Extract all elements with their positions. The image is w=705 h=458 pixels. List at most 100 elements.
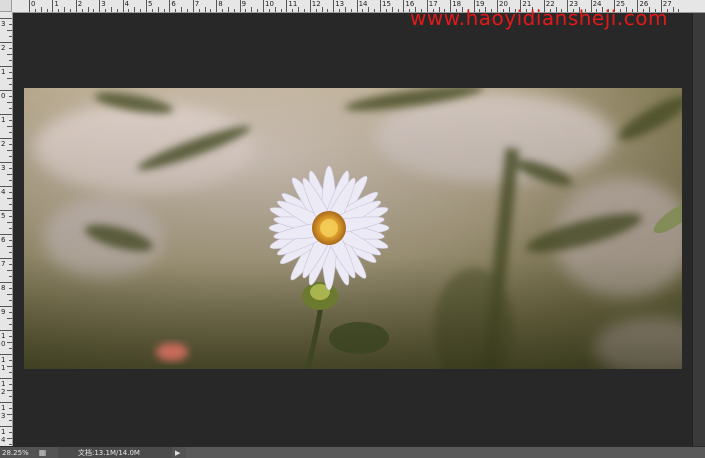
ruler-minor-tick: [7, 414, 12, 415]
ruler-minor-tick: [385, 9, 387, 12]
ruler-label: 5: [1, 212, 6, 220]
ruler-label: 0: [1, 92, 6, 100]
ruler-minor-tick: [222, 9, 224, 12]
ruler-tick: [0, 402, 12, 403]
ruler-minor-tick: [9, 48, 12, 49]
watermark-text: www.haoyidiansheji.com: [410, 6, 668, 30]
ruler-minor-tick: [58, 9, 60, 12]
ruler-minor-tick: [105, 9, 107, 12]
ruler-minor-tick: [9, 408, 12, 409]
ruler-minor-tick: [9, 36, 12, 37]
ruler-tick: [0, 258, 12, 259]
ruler-minor-tick: [321, 7, 323, 12]
ruler-minor-tick: [298, 7, 300, 12]
ruler-minor-tick: [87, 7, 89, 12]
ruler-minor-tick: [7, 30, 12, 31]
ruler-label: 12: [1, 380, 6, 396]
ruler-tick: [0, 306, 12, 307]
ruler-label: 11: [1, 356, 6, 372]
ruler-minor-tick: [7, 222, 12, 223]
ruler-label: 1: [1, 68, 6, 76]
ruler-minor-tick: [339, 9, 341, 12]
vertical-scrollbar[interactable]: [692, 13, 705, 446]
ruler-minor-tick: [9, 120, 12, 121]
ruler-label: 1: [1, 116, 6, 124]
ruler-minor-tick: [268, 9, 270, 12]
ruler-tick: [52, 0, 54, 12]
document-icon[interactable]: ▦: [38, 448, 47, 457]
ruler-tick: [0, 90, 12, 91]
ruler-label: 5: [148, 0, 153, 8]
ruler-tick: [122, 0, 124, 12]
ruler-minor-tick: [672, 7, 674, 12]
ruler-minor-tick: [186, 9, 188, 12]
ruler-label: 7: [1, 260, 6, 268]
daisy-photo: [24, 88, 682, 369]
ruler-minor-tick: [128, 9, 130, 12]
ruler-label: 15: [382, 0, 391, 8]
ruler-minor-tick: [9, 360, 12, 361]
ruler-label: 6: [1, 236, 6, 244]
ruler-minor-tick: [327, 9, 329, 12]
ruler-tick: [75, 0, 77, 12]
ruler-label: 2: [1, 140, 6, 148]
ruler-tick: [380, 0, 381, 12]
ruler-minor-tick: [7, 390, 12, 391]
ruler-minor-tick: [157, 7, 159, 12]
ruler-minor-tick: [9, 396, 12, 397]
ruler-minor-tick: [175, 9, 177, 12]
ruler-minor-tick: [251, 7, 253, 12]
ruler-label: 3: [101, 0, 106, 8]
ruler-minor-tick: [233, 9, 235, 12]
ruler-minor-tick: [9, 84, 12, 85]
ruler-minor-tick: [163, 9, 165, 12]
ruler-tick: [0, 282, 12, 283]
ruler-minor-tick: [7, 78, 12, 79]
ruler-minor-tick: [362, 9, 364, 12]
ruler-minor-tick: [198, 9, 200, 12]
ruler-minor-tick: [9, 312, 12, 313]
ruler-minor-tick: [678, 9, 680, 12]
doc-size-info: 文档:13.1M/14.0M: [78, 449, 140, 457]
ruler-minor-tick: [274, 7, 276, 12]
ruler-origin[interactable]: [0, 0, 12, 12]
ruler-minor-tick: [245, 9, 247, 12]
ruler-minor-tick: [9, 156, 12, 157]
ruler-minor-tick: [40, 7, 42, 12]
ruler-label: 6: [171, 0, 176, 8]
ruler-minor-tick: [93, 9, 95, 12]
ruler-label: 4: [1, 188, 6, 196]
ruler-tick: [0, 354, 12, 355]
ruler-minor-tick: [151, 9, 153, 12]
ruler-tick: [0, 18, 12, 19]
ruler-minor-tick: [110, 7, 112, 12]
ruler-label: 9: [241, 0, 247, 8]
ruler-minor-tick: [292, 9, 294, 12]
ruler-minor-tick: [81, 9, 83, 12]
ruler-minor-tick: [69, 9, 71, 12]
ruler-minor-tick: [9, 204, 12, 205]
vertical-ruler[interactable]: 3 2 1 0 1 2 3 4 5 6 7 8 9 10 11 12 13 14: [0, 12, 13, 446]
ruler-minor-tick: [391, 7, 393, 12]
ruler-tick: [0, 234, 12, 235]
ruler-minor-tick: [9, 180, 12, 181]
ruler-label: 14: [1, 428, 6, 444]
ruler-minor-tick: [9, 168, 12, 169]
ruler-tick: [169, 0, 171, 12]
ruler-label: 2: [77, 0, 83, 8]
ruler-minor-tick: [181, 7, 183, 12]
ruler-label: 2: [1, 44, 6, 52]
ruler-minor-tick: [9, 108, 12, 109]
ruler-minor-tick: [7, 174, 12, 175]
ruler-tick: [356, 0, 358, 12]
status-bar-fill: [186, 447, 705, 458]
ruler-minor-tick: [7, 150, 12, 151]
arrow-right-icon[interactable]: ▶: [175, 448, 180, 458]
ruler-label: 8: [1, 284, 6, 292]
ruler-minor-tick: [397, 9, 399, 12]
ruler-label: 13: [335, 0, 345, 8]
document-image[interactable]: [24, 88, 682, 369]
ruler-minor-tick: [7, 54, 12, 55]
ruler-tick: [0, 186, 12, 187]
zoom-level[interactable]: 28.25%: [2, 448, 29, 458]
